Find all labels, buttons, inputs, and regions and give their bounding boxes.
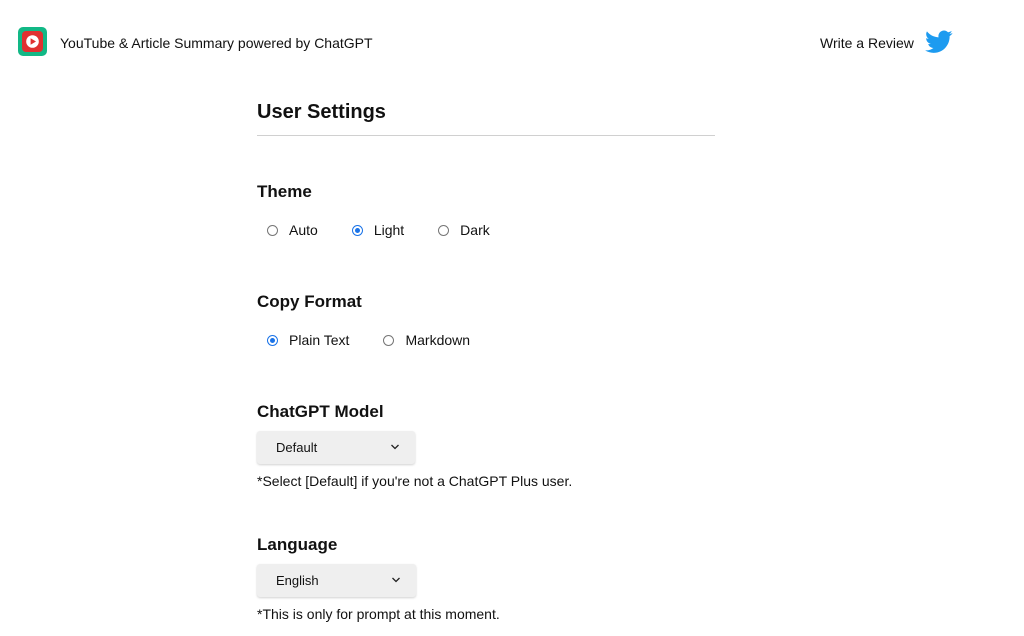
- copy-format-option-label: Plain Text: [289, 332, 350, 348]
- radio-markdown[interactable]: [383, 335, 395, 346]
- theme-radio-group: Auto Light Dark: [267, 222, 524, 239]
- theme-option-dark[interactable]: Dark: [438, 222, 490, 239]
- radio-plain-text[interactable]: [267, 335, 278, 346]
- copy-format-radio-group: Plain Text Markdown: [267, 332, 504, 349]
- theme-option-auto[interactable]: Auto: [267, 222, 318, 239]
- model-select[interactable]: Default: [257, 431, 415, 464]
- language-select-value: English: [276, 573, 319, 588]
- theme-section-title: Theme: [257, 182, 312, 201]
- chevron-down-icon: [391, 444, 399, 450]
- model-section-title: ChatGPT Model: [257, 402, 384, 421]
- radio-dark[interactable]: [438, 225, 450, 236]
- chevron-down-icon: [392, 577, 400, 583]
- radio-light[interactable]: [351, 225, 363, 236]
- theme-option-label: Auto: [289, 222, 318, 238]
- twitter-icon[interactable]: [925, 30, 953, 54]
- theme-option-light[interactable]: Light: [351, 222, 405, 239]
- app-title: YouTube & Article Summary powered by Cha…: [60, 35, 373, 51]
- model-note: *Select [Default] if you're not a ChatGP…: [257, 473, 573, 489]
- write-review-link[interactable]: Write a Review: [820, 35, 914, 52]
- page-title: User Settings: [257, 100, 715, 136]
- language-note: *This is only for prompt at this moment.: [257, 606, 500, 622]
- language-section-title: Language: [257, 535, 338, 554]
- copy-format-option-markdown[interactable]: Markdown: [383, 332, 470, 349]
- model-select-value: Default: [276, 440, 318, 455]
- settings-panel: User Settings Theme Auto Light Dark Copy…: [257, 100, 715, 622]
- header-bar: YouTube & Article Summary powered by Cha…: [0, 0, 1024, 84]
- language-select[interactable]: English: [257, 564, 416, 597]
- radio-auto[interactable]: [267, 225, 278, 236]
- play-logo-icon: [18, 27, 47, 56]
- theme-option-label: Dark: [460, 222, 490, 238]
- copy-format-option-plain-text[interactable]: Plain Text: [267, 332, 349, 349]
- copy-format-section-title: Copy Format: [257, 292, 362, 311]
- copy-format-option-label: Markdown: [405, 332, 471, 348]
- theme-option-label: Light: [373, 222, 405, 238]
